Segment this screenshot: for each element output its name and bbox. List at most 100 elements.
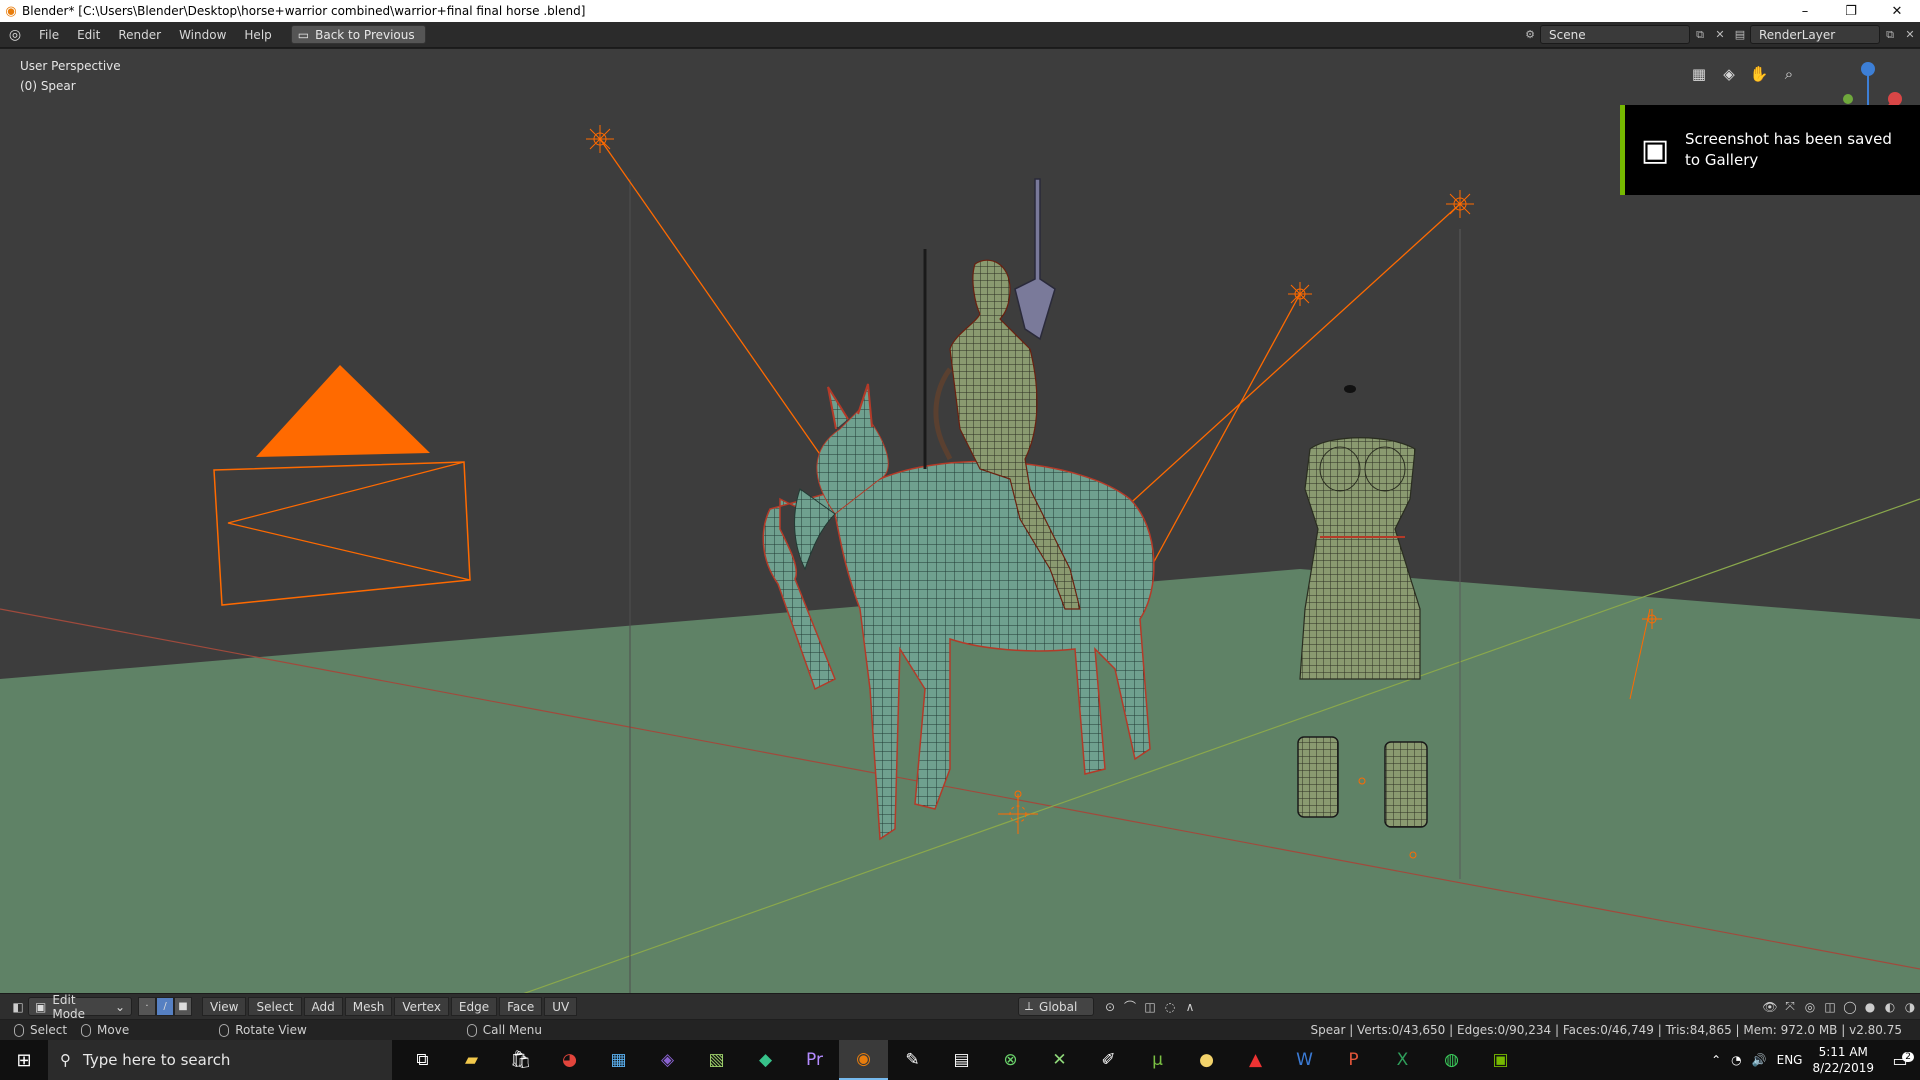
emoji-app-icon[interactable]: ● [1182, 1040, 1231, 1080]
scene-icon[interactable]: ⚙ [1520, 25, 1540, 44]
menu-select[interactable]: Select [248, 997, 302, 1016]
material-shading-icon[interactable]: ◐ [1880, 997, 1900, 1016]
chrome-icon[interactable]: ◕ [545, 1040, 594, 1080]
menu-edit[interactable]: Edit [68, 22, 109, 48]
amd-icon[interactable]: ▲ [1231, 1040, 1280, 1080]
snap-target-icon[interactable]: ◫ [1140, 997, 1160, 1016]
overlay-toggle-icon[interactable]: ◎ [1800, 997, 1820, 1016]
app-purple-icon[interactable]: ◈ [643, 1040, 692, 1080]
menu-view[interactable]: View [202, 997, 247, 1016]
taskbar-search-box[interactable]: ⚲ Type here to search [48, 1040, 392, 1080]
new-scene-icon[interactable]: ⧉ [1690, 25, 1710, 44]
vertex-select-mode-button[interactable]: · [138, 997, 156, 1016]
middle-mouse-icon [219, 1023, 230, 1037]
menu-edge[interactable]: Edge [450, 997, 498, 1016]
small-object [1344, 385, 1356, 393]
menu-file[interactable]: File [30, 22, 68, 48]
chevron-down-icon: ⌄ [114, 999, 125, 1014]
gizmo-toggle-icon[interactable]: ⤧ [1780, 997, 1800, 1016]
utorrent-icon[interactable]: µ [1133, 1040, 1182, 1080]
status-bar: Select Move Rotate View Call Menu Spear … [0, 1020, 1920, 1040]
editor-type-icon[interactable]: ◧ [8, 997, 28, 1016]
menu-vertex[interactable]: Vertex [394, 997, 449, 1016]
menu-window[interactable]: Window [170, 22, 235, 48]
chevron-up-icon[interactable]: ⌃ [1711, 1053, 1721, 1067]
screenshot-notification[interactable]: ▣ Screenshot has been saved to Gallery [1620, 105, 1920, 195]
render-layer-icon[interactable]: ▤ [1730, 25, 1750, 44]
visibility-icon[interactable]: 👁 [1760, 997, 1780, 1016]
blender-window: ◉ Blender* [C:\Users\Blender\Desktop\hor… [0, 0, 1920, 1080]
proportional-edit-icon[interactable]: ◌ [1160, 997, 1180, 1016]
camera-view-icon[interactable]: ◈ [1718, 63, 1740, 85]
powerpoint-icon[interactable]: P [1329, 1040, 1378, 1080]
transform-orientation-selector[interactable]: ⟂ Global [1018, 997, 1094, 1016]
window-title: Blender* [C:\Users\Blender\Desktop\horse… [22, 4, 586, 18]
zoom-icon[interactable]: ⌕ [1778, 63, 1800, 85]
menu-face[interactable]: Face [499, 997, 543, 1016]
pivot-point-icon[interactable]: ⊙ [1100, 997, 1120, 1016]
scene-statistics: Spear | Verts:0/43,650 | Edges:0/90,234 … [1310, 1023, 1902, 1037]
blender-taskbar-icon[interactable]: ◉ [839, 1040, 888, 1080]
xray-toggle-icon[interactable]: ◫ [1820, 997, 1840, 1016]
file-explorer-icon[interactable]: ▰ [447, 1040, 496, 1080]
premiere-pro-icon[interactable]: Pr [790, 1040, 839, 1080]
face-select-mode-button[interactable]: ■ [174, 997, 192, 1016]
rendered-shading-icon[interactable]: ◑ [1900, 997, 1920, 1016]
3d-viewport[interactable]: User Perspective (0) Spear ▦ ◈ ✋ ⌕ ▣ Scr… [0, 49, 1920, 1009]
clapperboard-icon: ▣ [1640, 132, 1670, 168]
snap-icon[interactable]: ⌒ [1120, 997, 1140, 1016]
whatsapp-icon[interactable]: ◍ [1427, 1040, 1476, 1080]
menu-uv[interactable]: UV [544, 997, 578, 1016]
blender-logo-icon[interactable]: ◎ [0, 27, 30, 43]
app-green-icon[interactable]: ◆ [741, 1040, 790, 1080]
store-icon[interactable]: 🛍 [496, 1040, 545, 1080]
image-viewer-icon[interactable]: ▧ [692, 1040, 741, 1080]
network-icon[interactable]: ◔ [1731, 1053, 1741, 1067]
back-to-previous-button[interactable]: ▭ Back to Previous [290, 25, 426, 44]
mode-selector[interactable]: ▣ Edit Mode ⌄ [28, 993, 132, 1021]
xbox-icon[interactable]: ✕ [1035, 1040, 1084, 1080]
hint-move-label: Move [97, 1023, 130, 1037]
nvidia-icon[interactable]: ▣ [1476, 1040, 1525, 1080]
language-indicator[interactable]: ENG [1777, 1053, 1803, 1067]
scene-selector[interactable]: Scene [1540, 25, 1690, 44]
perspective-toggle-icon[interactable]: ▦ [1688, 63, 1710, 85]
calendar-app-icon[interactable]: ▦ [594, 1040, 643, 1080]
menu-render[interactable]: Render [109, 22, 170, 48]
clock[interactable]: 5:11 AM 8/22/2019 [1812, 1044, 1874, 1076]
menu-help[interactable]: Help [235, 22, 280, 48]
orientation-icon: ⟂ [1025, 999, 1034, 1013]
new-layer-icon[interactable]: ⧉ [1880, 25, 1900, 44]
render-layer-selector[interactable]: RenderLayer [1750, 25, 1880, 44]
action-center-icon[interactable]: ▭ 2 [1880, 1051, 1920, 1070]
hint-menu-label: Call Menu [482, 1023, 542, 1037]
word-icon[interactable]: W [1280, 1040, 1329, 1080]
xbox-app-icon[interactable]: ⊗ [986, 1040, 1035, 1080]
menu-mesh[interactable]: Mesh [344, 997, 393, 1016]
maximize-button[interactable]: ❐ [1828, 0, 1874, 22]
solid-shading-icon[interactable]: ● [1860, 997, 1880, 1016]
excel-icon[interactable]: X [1378, 1040, 1427, 1080]
wireframe-shading-icon[interactable]: ◯ [1840, 997, 1860, 1016]
remove-layer-icon[interactable]: ✕ [1900, 25, 1920, 44]
hint-rotate-label: Rotate View [235, 1023, 307, 1037]
brush-icon[interactable]: ✐ [1084, 1040, 1133, 1080]
remove-scene-icon[interactable]: ✕ [1710, 25, 1730, 44]
left-drag-mouse-icon [81, 1023, 92, 1037]
volume-icon[interactable]: 🔊 [1752, 1053, 1767, 1067]
falloff-icon[interactable]: ∧ [1180, 997, 1200, 1016]
calculator-icon[interactable]: ▤ [937, 1040, 986, 1080]
armor-bracer-right [1384, 741, 1428, 828]
edge-select-mode-button[interactable]: / [156, 997, 174, 1016]
task-view-icon[interactable]: ⧉ [398, 1040, 447, 1080]
windows-start-icon[interactable]: ⊞ [0, 1040, 48, 1080]
tool-icon[interactable]: ✎ [888, 1040, 937, 1080]
back-to-previous-label: Back to Previous [315, 27, 415, 42]
title-bar: ◉ Blender* [C:\Users\Blender\Desktop\hor… [0, 0, 1920, 22]
minimize-button[interactable]: – [1782, 0, 1828, 22]
menu-add[interactable]: Add [303, 997, 343, 1016]
close-button[interactable]: ✕ [1874, 0, 1920, 22]
left-mouse-icon [14, 1023, 24, 1037]
scene-name: Scene [1549, 27, 1586, 42]
pan-hand-icon[interactable]: ✋ [1748, 63, 1770, 85]
